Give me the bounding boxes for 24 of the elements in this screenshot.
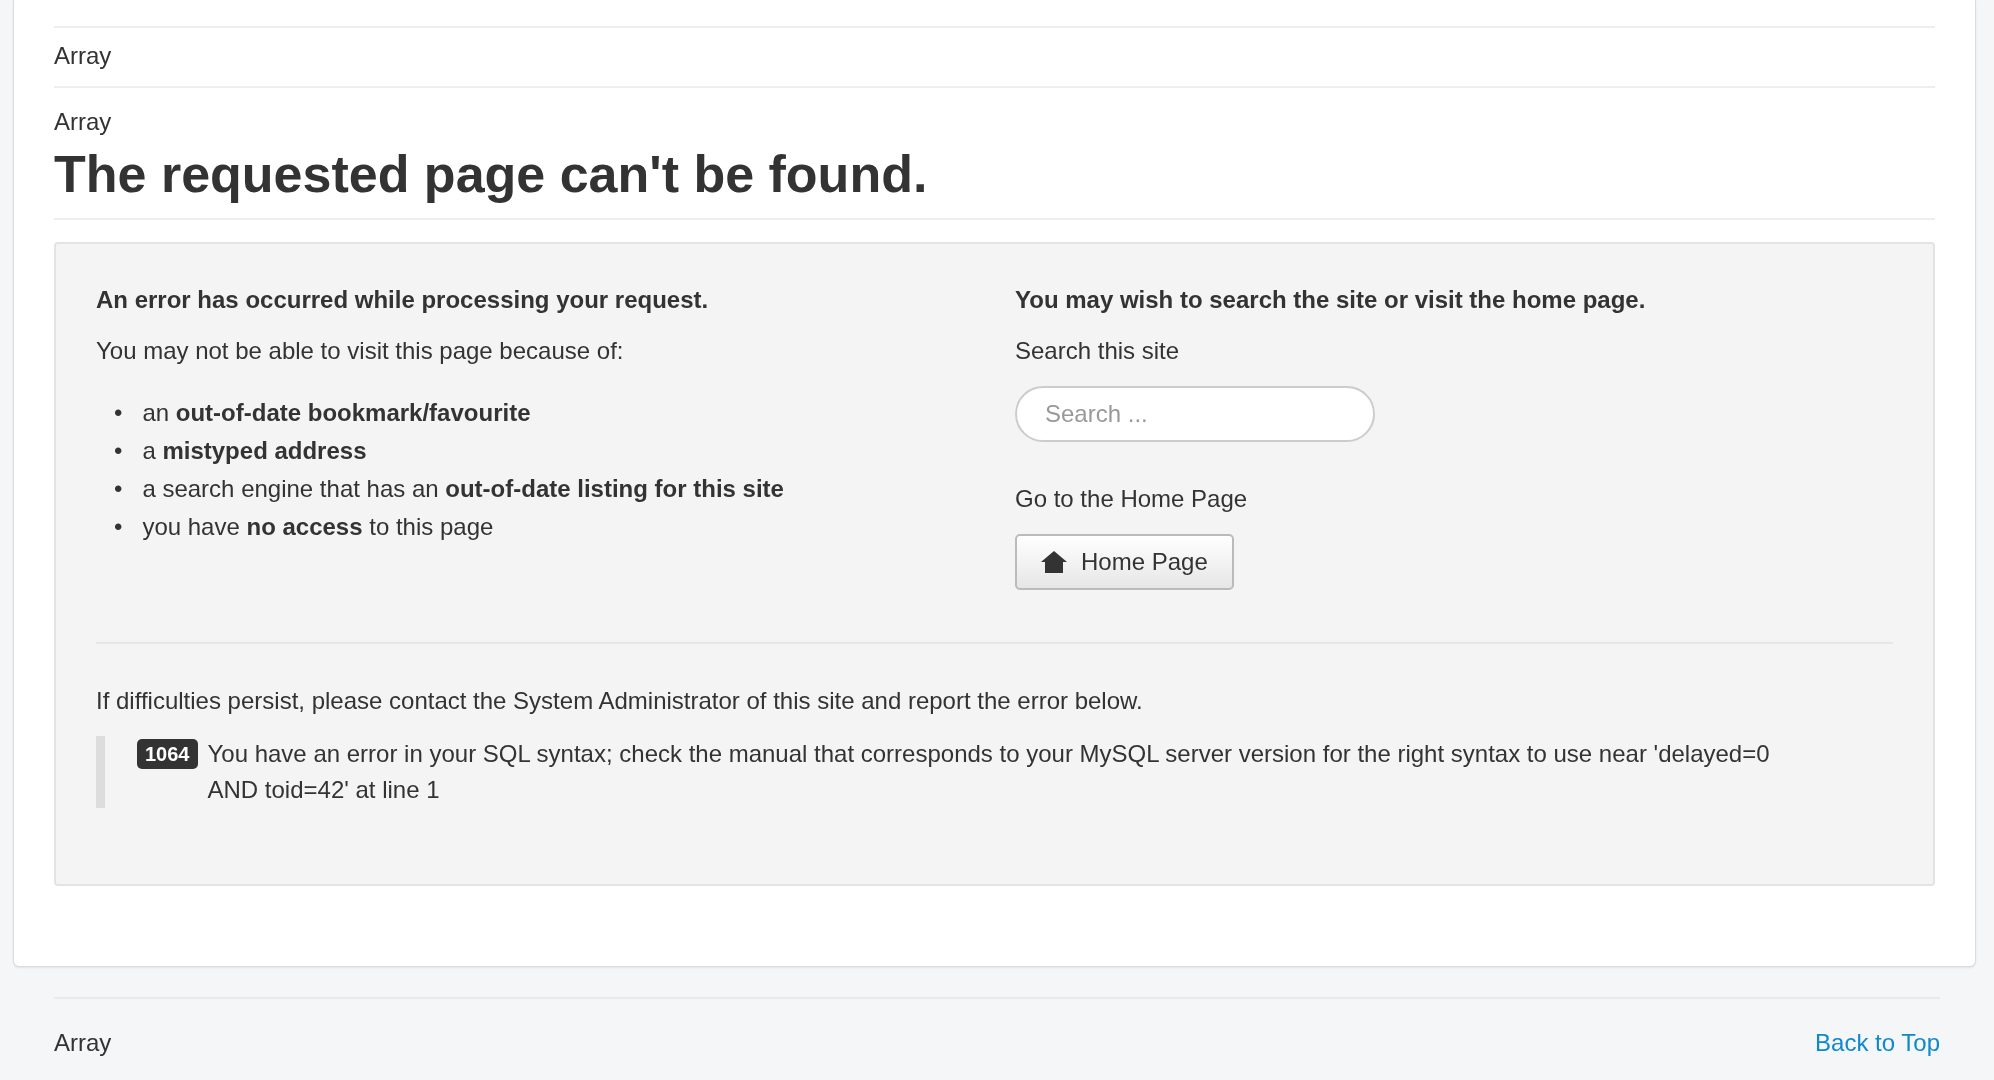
bullet: •	[114, 474, 123, 504]
error-title: An error has occurred while processing your request.	[96, 285, 710, 315]
contact-text: If difficulties persist, please contact the System Administrator of this site and report the error below.	[96, 686, 1144, 716]
intro-text: You may not be able to visit this page because of:	[96, 336, 625, 366]
page-heading: The requested page can't be found.	[54, 144, 929, 205]
breadcrumb: Array	[54, 41, 113, 71]
search-field[interactable]: Search ...	[1015, 386, 1375, 442]
home-page-button[interactable]: Home Page	[1015, 534, 1234, 590]
breadcrumb: Array	[54, 107, 113, 136]
reason-item: a mistyped address	[142, 436, 367, 466]
bullet: •	[114, 398, 123, 428]
search-label: Search this site	[1015, 336, 1181, 366]
reason-item: an out-of-date bookmark/favourite	[142, 398, 531, 428]
reason-item: a search engine that has an out-of-date listing for this site	[142, 474, 784, 504]
back-to-top-link[interactable]: Back to Top	[1815, 1029, 1940, 1057]
search-title: You may wish to search the site or visit the home page.	[1015, 285, 1647, 315]
footer-text: Array	[54, 1029, 112, 1057]
reason-item: you have no access to this page	[142, 512, 494, 542]
bullet: •	[114, 512, 123, 542]
error-message: You have an error in your SQL syntax; check the manual that corresponds to your MySQL server version for the right syntax to use near 'delayed=0 AND toid=42' at line 1	[207, 739, 1771, 805]
home-icon	[1041, 551, 1067, 573]
error-code: 1064	[137, 739, 198, 769]
bullet: •	[114, 436, 123, 466]
home-label: Go to the Home Page	[1015, 484, 1249, 514]
